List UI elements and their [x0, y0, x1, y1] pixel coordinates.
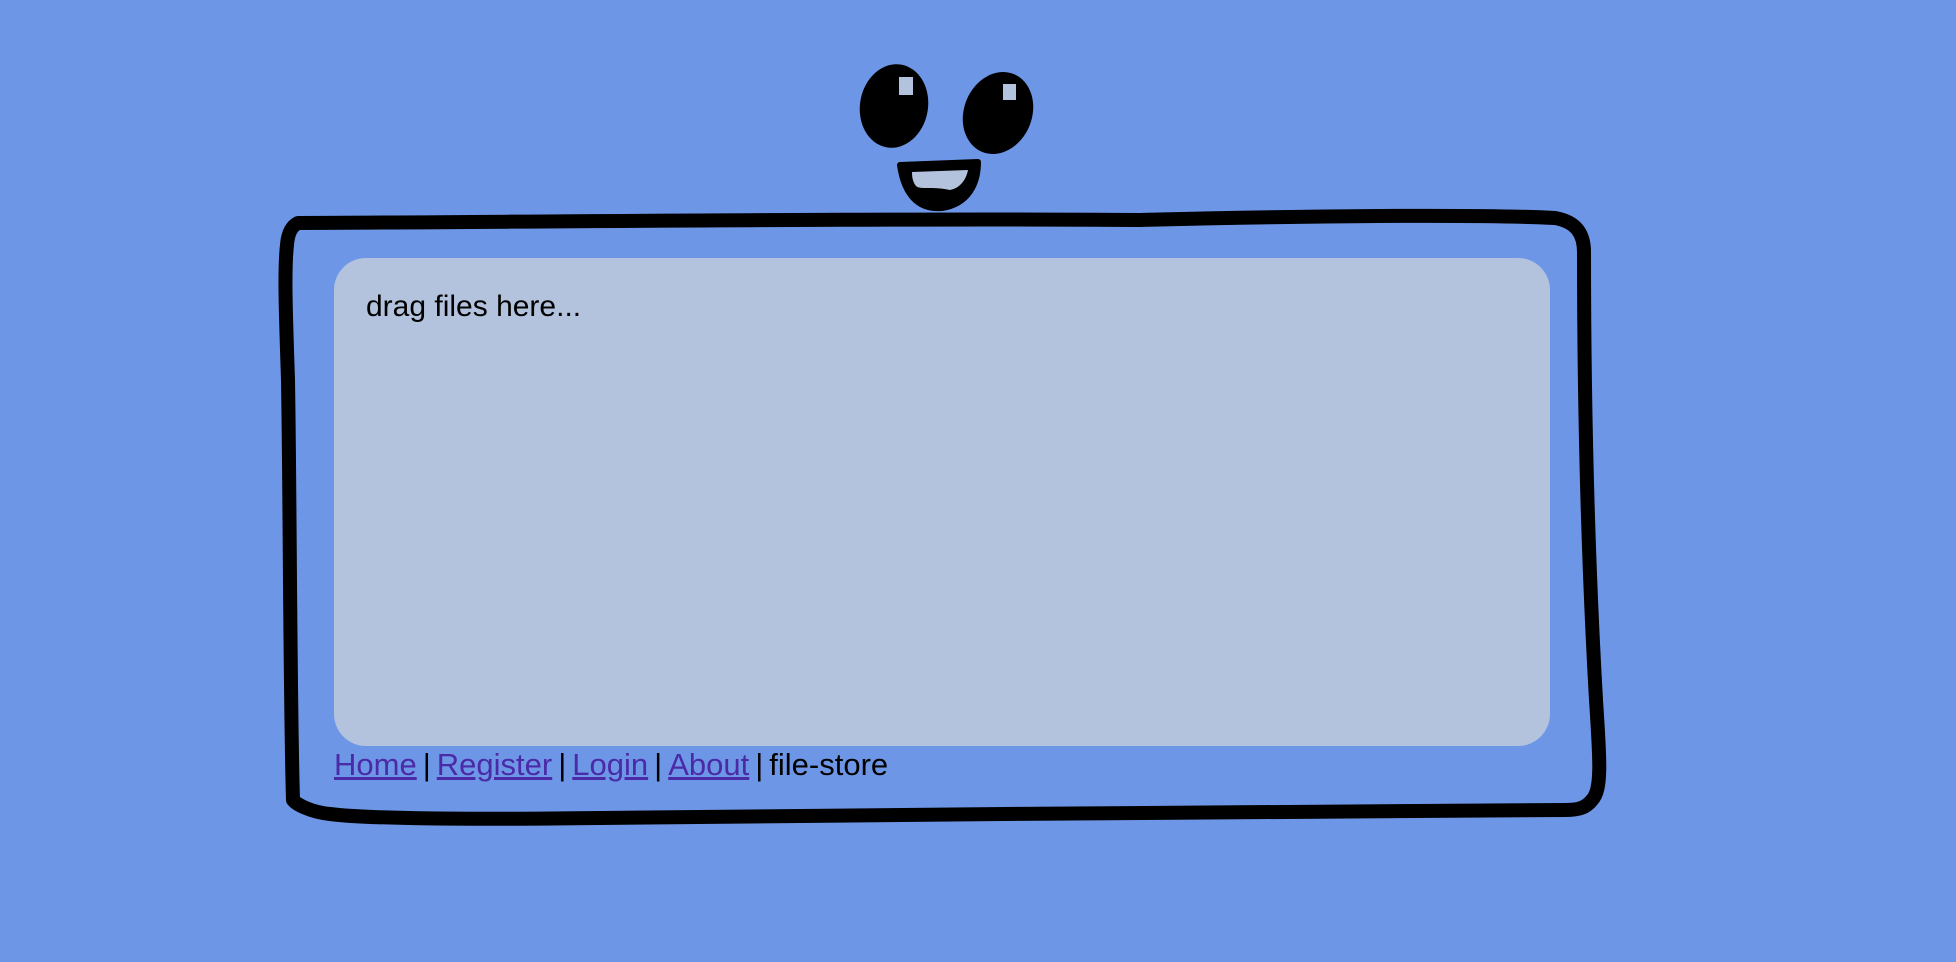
nav-link-login[interactable]: Login [572, 747, 648, 782]
nav-link-about[interactable]: About [668, 747, 749, 782]
nav-separator: | [558, 747, 567, 782]
nav-link-register[interactable]: Register [437, 747, 552, 782]
mascot-right-eye [962, 72, 1034, 154]
nav-separator: | [755, 747, 764, 782]
nav-separator: | [654, 747, 663, 782]
footer-nav: Home | Register | Login | About | file-store [334, 746, 888, 784]
nav-separator: | [422, 747, 431, 782]
dropzone-placeholder: drag files here... [366, 290, 582, 323]
nav-link-home[interactable]: Home [334, 747, 417, 782]
nav-current-page: file-store [769, 747, 889, 782]
file-dropzone[interactable]: drag files here... [334, 258, 1550, 746]
mascot-left-eye [859, 64, 929, 148]
mascot-mouth [897, 159, 981, 212]
